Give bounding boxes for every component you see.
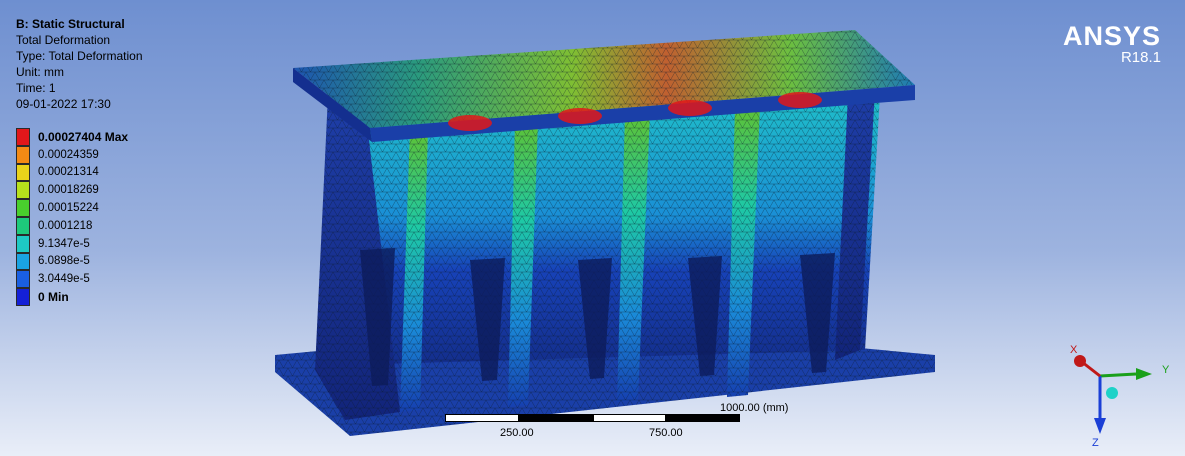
result-time: Time: 1 <box>16 81 56 95</box>
result-type: Type: Total Deformation <box>16 49 143 63</box>
legend-swatch <box>16 216 30 235</box>
legend-row: 3.0449e-5 <box>16 270 128 289</box>
legend-swatch <box>16 270 30 289</box>
legend-label: 0.00024359 <box>38 148 99 161</box>
result-unit: Unit: mm <box>16 65 64 79</box>
y-axis-arrow-icon <box>1136 368 1152 380</box>
result-name: Total Deformation <box>16 33 111 47</box>
contour-legend[interactable]: 0.00027404 Max 0.00024359 0.00021314 0.0… <box>16 128 128 306</box>
scale-segment <box>592 414 667 422</box>
z-axis-label: Z <box>1092 437 1099 448</box>
legend-swatch <box>16 145 30 164</box>
legend-label: 0.00027404 Max <box>38 129 129 144</box>
legend-label: 0.00015224 <box>38 202 99 215</box>
y-axis-label: Y <box>1162 364 1170 376</box>
legend-label: 3.0449e-5 <box>38 273 90 286</box>
model-viewport[interactable] <box>0 0 1185 456</box>
scale-bar <box>445 414 740 422</box>
scale-segment <box>518 414 593 422</box>
legend-row: 6.0898e-5 <box>16 252 128 271</box>
brand-version: R18.1 <box>1120 49 1161 66</box>
legend-row: 0 Min <box>16 288 128 306</box>
brand-name: ANSYS <box>1062 21 1161 51</box>
scale-mid2-label: 750.00 <box>649 427 683 439</box>
y-axis-line <box>1099 372 1137 378</box>
scale-total-label: 1000.00 (mm) <box>720 402 789 414</box>
legend-swatch <box>16 252 30 271</box>
legend-label: 0.00021314 <box>38 166 99 179</box>
legend-row: 0.00024359 <box>16 145 128 164</box>
x-axis-ball-icon <box>1074 355 1086 367</box>
legend-row: 0.00021314 <box>16 163 128 182</box>
legend-swatch <box>16 181 30 200</box>
legend-swatch <box>16 199 30 217</box>
scale-segment <box>445 414 519 422</box>
legend-row: 9.1347e-5 <box>16 234 128 253</box>
legend-label: 0.00018269 <box>38 184 99 197</box>
result-info: B: Static Structural Total Deformation T… <box>16 16 143 112</box>
legend-row: 0.00027404 Max <box>16 128 128 146</box>
scale-mid1-label: 250.00 <box>500 427 534 439</box>
result-timestamp: 09-01-2022 17:30 <box>16 97 111 111</box>
legend-label: 9.1347e-5 <box>38 237 90 250</box>
legend-row: 0.0001218 <box>16 216 128 235</box>
axis-triad[interactable]: X Y Z <box>1056 336 1176 448</box>
legend-swatch <box>16 288 30 306</box>
legend-swatch <box>16 128 30 146</box>
ansys-logo: ANSYS R18.1 <box>1063 22 1161 66</box>
x-axis-label: X <box>1070 344 1078 356</box>
origin-ball-icon <box>1106 387 1118 399</box>
analysis-title: B: Static Structural <box>16 17 125 31</box>
legend-label: 0 Min <box>38 290 69 305</box>
legend-label: 6.0898e-5 <box>38 255 90 268</box>
z-axis-arrow-icon <box>1094 418 1106 434</box>
legend-swatch <box>16 163 30 182</box>
legend-swatch <box>16 234 30 253</box>
legend-label: 0.0001218 <box>38 219 93 232</box>
legend-row: 0.00015224 <box>16 199 128 217</box>
legend-row: 0.00018269 <box>16 181 128 200</box>
scale-segment <box>666 414 740 422</box>
